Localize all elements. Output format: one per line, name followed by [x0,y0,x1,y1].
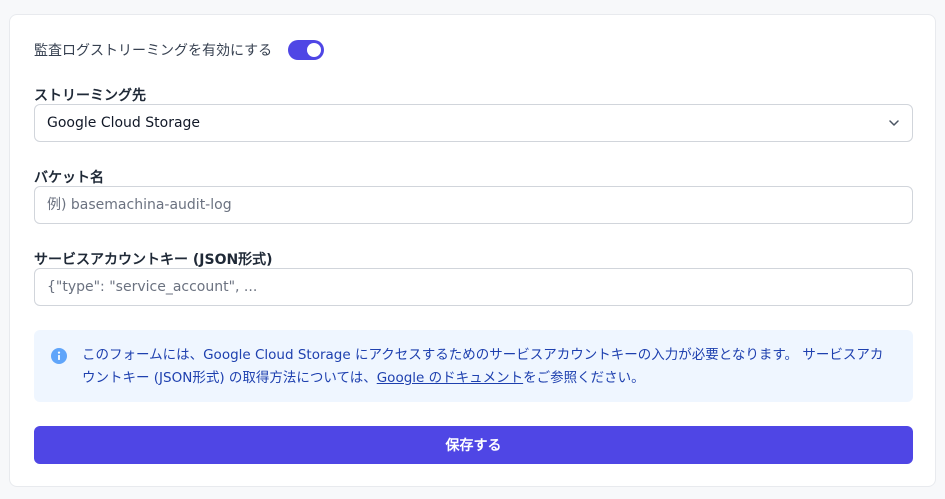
streaming-toggle-label: 監査ログストリーミングを有効にする [34,43,273,59]
service-account-key-input[interactable] [34,268,913,306]
streaming-toggle-row: 監査ログストリーミングを有効にする [34,39,325,61]
audit-log-streaming-card: 監査ログストリーミングを有効にする ストリーミング先 Google Cloud … [9,14,936,487]
destination-selected-value: Google Cloud Storage [47,115,201,131]
service-account-key-label: サービスアカウントキー (JSON形式) [34,252,273,268]
streaming-toggle[interactable] [288,40,325,60]
info-text-after: をご参照ください。 [523,370,645,386]
bucket-name-label: バケット名 [34,170,104,186]
toggle-knob [307,43,322,57]
google-docs-link[interactable]: Google のドキュメント [377,370,523,386]
bucket-name-input[interactable] [34,186,913,224]
destination-select[interactable]: Google Cloud Storage [34,104,913,142]
save-button[interactable]: 保存する [34,426,913,464]
info-circle-icon [51,348,67,364]
chevron-down-icon [889,120,899,126]
info-notice: このフォームには、Google Cloud Storage にアクセスするための… [34,330,913,402]
destination-label: ストリーミング先 [34,88,146,104]
